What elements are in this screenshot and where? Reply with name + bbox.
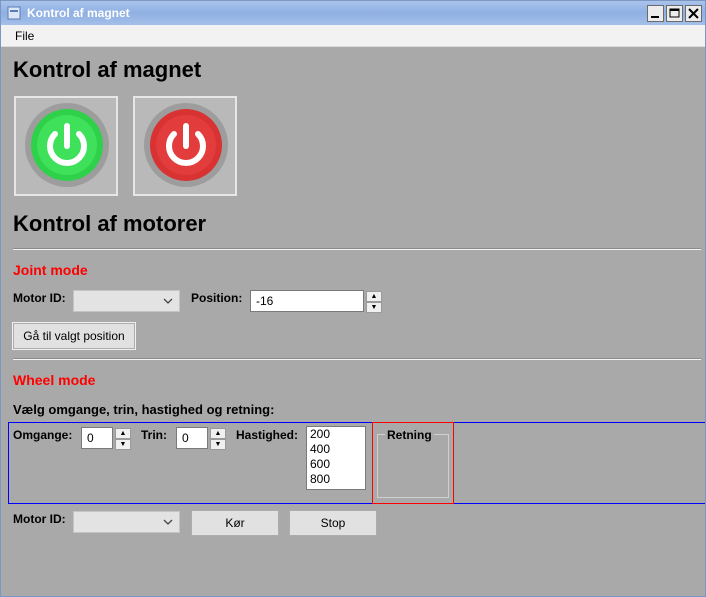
separator: [13, 248, 701, 250]
spin-down-icon[interactable]: ▼: [210, 439, 226, 450]
wheel-motor-id-select[interactable]: [73, 511, 180, 533]
minimize-icon: [651, 16, 659, 18]
position-label: Position:: [191, 291, 243, 305]
spin-up-icon[interactable]: ▲: [210, 428, 226, 439]
speed-listbox[interactable]: 200 400 600 800: [306, 426, 366, 490]
trin-value: 0: [182, 431, 189, 445]
joint-motor-id-select[interactable]: [73, 290, 180, 312]
menu-file[interactable]: File: [15, 29, 34, 43]
spin-up-icon[interactable]: ▲: [115, 428, 131, 439]
menu-bar: File: [1, 25, 705, 47]
magnet-on-button[interactable]: [14, 96, 118, 196]
wheel-instruction: Vælg omgange, trin, hastighed og retning…: [13, 402, 275, 417]
close-button[interactable]: [685, 5, 702, 22]
wheel-mode-heading: Wheel mode: [13, 372, 96, 388]
position-input[interactable]: -16 ▲ ▼: [250, 290, 382, 313]
omgange-input[interactable]: 0 ▲ ▼: [81, 427, 131, 450]
maximize-icon: [669, 8, 680, 18]
wheel-motor-id-label: Motor ID:: [13, 512, 66, 526]
spin-down-icon[interactable]: ▼: [115, 439, 131, 450]
magnet-heading: Kontrol af magnet: [13, 57, 202, 82]
app-window: Kontrol af magnet File Kontrol af magnet: [0, 0, 706, 597]
maximize-button[interactable]: [666, 5, 683, 22]
joint-motor-id-label: Motor ID:: [13, 291, 66, 305]
close-icon: [688, 8, 699, 19]
spin-down-icon[interactable]: ▼: [366, 302, 382, 313]
list-item[interactable]: 200: [307, 427, 365, 442]
list-item[interactable]: 400: [307, 442, 365, 457]
motors-heading: Kontrol af motorer: [13, 211, 207, 236]
omgange-label: Omgange:: [13, 428, 73, 442]
direction-groupbox: [377, 434, 449, 498]
hastighed-label: Hastighed:: [236, 428, 299, 442]
stop-button[interactable]: Stop: [289, 510, 377, 536]
minimize-button[interactable]: [647, 5, 664, 22]
title-bar[interactable]: Kontrol af magnet: [1, 1, 705, 25]
goto-position-button[interactable]: Gå til valgt position: [12, 322, 136, 350]
chevron-down-icon: [163, 519, 173, 525]
joint-mode-heading: Joint mode: [13, 262, 88, 278]
list-item[interactable]: 600: [307, 457, 365, 472]
power-on-icon: [25, 103, 109, 187]
retning-label: Retning: [385, 428, 434, 442]
window-title: Kontrol af magnet: [27, 6, 130, 20]
omgange-value: 0: [87, 431, 94, 445]
separator: [13, 358, 701, 360]
app-icon: [7, 6, 21, 20]
run-button[interactable]: Kør: [191, 510, 279, 536]
position-value: -16: [256, 294, 274, 308]
omgange-spinner[interactable]: ▲ ▼: [115, 428, 131, 450]
trin-spinner[interactable]: ▲ ▼: [210, 428, 226, 450]
list-item[interactable]: 800: [307, 472, 365, 487]
magnet-off-button[interactable]: [133, 96, 237, 196]
spin-up-icon[interactable]: ▲: [366, 291, 382, 302]
chevron-down-icon: [163, 298, 173, 304]
trin-input[interactable]: 0 ▲ ▼: [176, 427, 226, 450]
trin-label: Trin:: [141, 428, 167, 442]
power-off-icon: [144, 103, 228, 187]
position-spinner[interactable]: ▲ ▼: [366, 291, 382, 313]
